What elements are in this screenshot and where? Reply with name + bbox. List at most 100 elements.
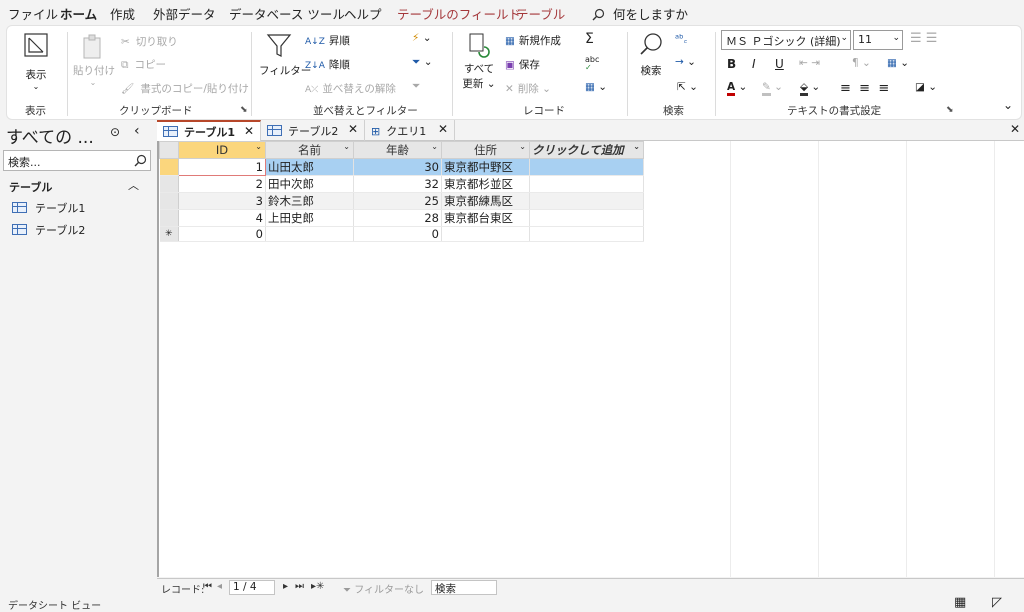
nav-item-table2[interactable]: テーブル2 [12,222,85,238]
cell-name[interactable]: 田中次郎 [265,175,354,193]
previous-record-icon[interactable]: ◂ [217,581,222,592]
tab-help[interactable]: ヘルプ [344,4,382,23]
close-icon[interactable]: ✕ [438,122,448,136]
column-header-address[interactable]: 住所 ⌄ [441,141,530,159]
cell-age[interactable]: 30 [353,158,442,176]
sort-descending-button[interactable]: Z↓A 降順 [305,57,350,72]
font-size-combo[interactable]: 11 ⌄ [853,30,903,50]
cell-address[interactable] [441,226,530,242]
refresh-all-button[interactable]: すべて 更新 ⌄ [459,32,499,91]
row-selector[interactable] [159,209,179,227]
format-painter-button[interactable]: 🖌 書式のコピー/貼り付け [121,81,249,96]
indent-buttons[interactable]: ⇤ ⇥ [799,57,820,69]
cell-id[interactable]: 2 [178,175,266,193]
cell-address[interactable]: 東京都杉並区 [441,175,530,193]
cell-add[interactable] [529,226,644,242]
paste-button[interactable]: 貼り付け ⌄ [73,34,115,87]
nav-pane-title[interactable]: すべての ... [6,123,94,148]
replace-button[interactable]: ᵃᵇ꜀ [675,32,687,46]
chevron-down-icon[interactable]: ⌄ [255,142,262,151]
cell-name[interactable]: 上田史郎 [265,209,354,227]
more-records-button[interactable]: ▦ ⌄ [585,81,607,93]
copy-button[interactable]: ⧉ コピー [121,57,166,72]
advanced-filter-button[interactable]: ⏷ ⌄ [412,56,433,69]
cell-name[interactable] [265,226,354,242]
cell-id[interactable]: 1 [178,158,266,176]
cell-name[interactable]: 山田太郎 [265,158,354,176]
font-name-combo[interactable]: ＭＳ Ｐゴシック (詳細) ⌄ [721,30,851,50]
tell-me-search[interactable]: 何をしますか [592,4,688,23]
nav-item-table1[interactable]: テーブル1 [12,200,85,216]
bold-button[interactable]: B [727,57,736,71]
toggle-filter-button[interactable]: ⏷ [412,80,420,93]
nav-search-input[interactable]: 検索... [3,150,151,171]
new-record-icon[interactable]: ✳ [159,226,179,242]
nav-menu-chevron-icon[interactable]: ⊙ [110,125,120,139]
bullets-button[interactable]: ☰ ☰ [910,31,937,46]
tab-file[interactable]: ファイル [8,4,58,23]
cell-address[interactable]: 東京都中野区 [441,158,530,176]
cell-age[interactable]: 28 [353,209,442,227]
nav-section-tables[interactable]: テーブル [9,179,52,195]
cell-age[interactable]: 25 [353,192,442,210]
dialog-launcher-icon[interactable]: ⬊ [240,105,248,115]
row-selector[interactable] [159,175,179,193]
gridlines-button[interactable]: ▦ ⌄ [887,57,909,69]
view-button[interactable]: 表示 ⌄ [21,32,51,91]
chevron-down-icon[interactable]: ⌄ [633,142,640,151]
column-header-id[interactable]: ID ⌄ [178,141,266,159]
chevron-down-icon[interactable]: ⌄ [431,142,438,151]
highlight-button[interactable]: ✎ ⌄ [762,81,783,96]
cell-name[interactable]: 鈴木三郎 [265,192,354,210]
save-record-button[interactable]: ▣ 保存 [505,57,540,72]
doc-tab-table1[interactable]: テーブル1 ✕ [157,120,261,141]
close-icon[interactable]: ✕ [348,122,358,136]
datasheet-view-icon[interactable]: ▦ [954,595,966,610]
cell-age[interactable]: 32 [353,175,442,193]
row-selector[interactable] [159,192,179,210]
spelling-button[interactable]: abc ✓ [585,56,599,72]
sort-ascending-button[interactable]: A↓Z 昇順 [305,33,350,48]
cell-id[interactable]: 0 [178,226,266,242]
tab-home[interactable]: ホーム [60,4,98,28]
collapse-pane-icon[interactable]: ‹ [134,123,140,139]
collapse-ribbon-icon[interactable]: ⌄ [1003,98,1013,112]
cell-id[interactable]: 4 [178,209,266,227]
fill-color-button[interactable]: ⬙ ⌄ [800,81,820,96]
column-header-add[interactable]: クリックして追加 ⌄ [529,141,644,159]
close-icon[interactable]: ✕ [244,124,254,138]
font-color-button[interactable]: A ⌄ [727,81,747,96]
cell-add[interactable] [529,192,644,210]
current-record-input[interactable]: 1 / 4 [229,580,275,595]
tab-external-data[interactable]: 外部データ [153,4,216,23]
column-header-age[interactable]: 年齢 ⌄ [353,141,442,159]
cell-id[interactable]: 3 [178,192,266,210]
tab-database-tools[interactable]: データベース ツール [229,4,345,23]
tab-table[interactable]: テーブル [516,4,565,23]
align-buttons[interactable]: ≡ ≡ ≡ [840,81,889,96]
close-document-icon[interactable]: ✕ [1010,122,1020,136]
clear-sort-button[interactable]: A⤫ 並べ替えの解除 [305,81,396,96]
find-button[interactable]: 検索 [635,32,667,78]
tab-create[interactable]: 作成 [110,4,135,23]
cut-button[interactable]: ✂ 切り取り [121,34,178,49]
design-view-icon[interactable]: ◸ [992,595,1002,610]
totals-button[interactable]: Σ [585,31,594,47]
dialog-launcher-icon[interactable]: ⬊ [946,105,954,115]
underline-button[interactable]: U [775,57,784,71]
chevron-down-icon[interactable]: ⌄ [343,142,350,151]
tab-table-fields[interactable]: テーブルのフィールド [397,4,521,23]
chevron-down-icon[interactable]: ⌄ [519,142,526,151]
cell-address[interactable]: 東京都練馬区 [441,192,530,210]
chevron-up-icon[interactable]: ︿ [128,177,139,193]
doc-tab-query1[interactable]: ⊞ クエリ1 ✕ [365,120,455,141]
filter-button[interactable]: フィルター [259,32,311,78]
cell-add[interactable] [529,158,644,176]
cell-address[interactable]: 東京都台東区 [441,209,530,227]
next-record-icon[interactable]: ▸ [283,581,288,592]
ltr-button[interactable]: ¶ ⌄ [852,57,871,69]
cell-add[interactable] [529,175,644,193]
doc-tab-table2[interactable]: テーブル2 ✕ [261,120,365,141]
cell-add[interactable] [529,209,644,227]
select-button[interactable]: ⇱ ⌄ [677,81,698,93]
